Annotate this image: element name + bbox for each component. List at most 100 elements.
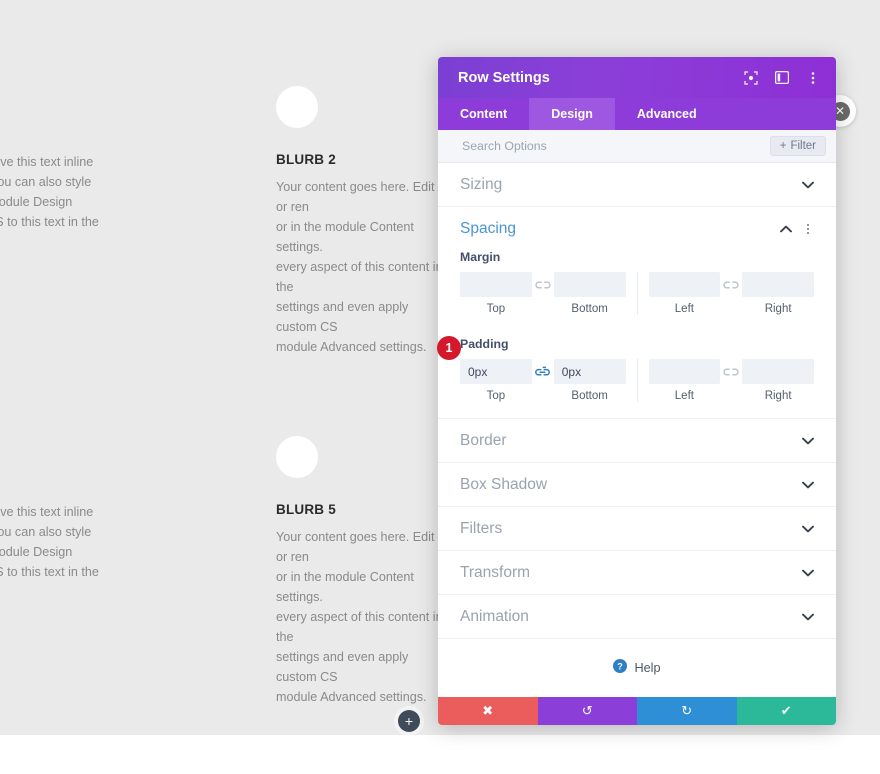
section-spacing-menu-icon[interactable] (802, 223, 814, 234)
margin-top-input[interactable] (460, 272, 532, 297)
tab-design[interactable]: Design (529, 98, 615, 130)
modal-header: Row Settings (438, 57, 836, 98)
padding-right-cell: Right (742, 359, 814, 402)
padding-vertical-link-icon[interactable] (532, 359, 554, 384)
builder-page: dit or remove this text inline settings.… (0, 0, 880, 774)
undo-icon: ↺ (581, 703, 593, 718)
padding-horizontal-unlink-icon[interactable] (720, 359, 742, 384)
margin-left-input[interactable] (648, 272, 721, 297)
blurb-body: dit or remove this text inline settings.… (0, 505, 99, 579)
padding-fields: Top Bottom (460, 359, 814, 402)
margin-bottom-input[interactable] (553, 272, 626, 297)
section-border-label: Border (460, 431, 507, 449)
close-icon: ✖ (482, 703, 494, 718)
margin-label: Margin (460, 250, 501, 264)
svg-text:?: ? (618, 661, 624, 671)
section-box-shadow-label: Box Shadow (460, 475, 548, 493)
help-row[interactable]: ? Help (438, 639, 836, 697)
tab-content[interactable]: Content (438, 98, 529, 130)
padding-left-caption: Left (674, 390, 694, 402)
page-footer (0, 735, 880, 774)
filter-button[interactable]: + Filter (769, 136, 826, 156)
padding-right-input[interactable] (742, 359, 814, 384)
blurb-module[interactable]: dit or remove this text inline settings.… (0, 86, 108, 252)
margin-right-input[interactable] (742, 272, 814, 297)
chevron-up-icon[interactable] (779, 222, 792, 235)
undo-button[interactable]: ↺ (537, 697, 637, 725)
blurb-module[interactable]: BLURB 5 Your content goes here. Edit or … (276, 436, 444, 707)
section-transform-label: Transform (460, 563, 531, 581)
redo-button[interactable]: ↻ (637, 697, 737, 725)
padding-right-caption: Right (764, 390, 792, 402)
blurb-title: BLURB 2 (276, 152, 336, 167)
margin-vertical-pair: Top Bottom (460, 272, 626, 315)
section-filters-header[interactable]: Filters (460, 507, 814, 550)
filter-button-label: Filter (790, 140, 816, 152)
section-animation-label: Animation (460, 607, 529, 625)
section-border: Border (438, 419, 836, 463)
padding-top-caption: Top (486, 390, 506, 402)
modal-header-icons (743, 70, 820, 85)
modal-title: Row Settings (458, 69, 550, 86)
section-sizing-label: Sizing (460, 175, 503, 193)
section-spacing: Spacing Margin Top Bottom Left Right Pad… (438, 207, 836, 419)
padding-label: Padding (460, 337, 509, 351)
section-box-shadow: Box Shadow (438, 463, 836, 507)
save-button[interactable]: ✔ (736, 697, 836, 725)
search-input[interactable] (460, 138, 770, 154)
chevron-down-icon[interactable] (801, 566, 814, 579)
margin-left-cell: Left (648, 272, 721, 315)
row-settings-modal: Row Settings Content Design Advanced Sea… (438, 57, 836, 725)
section-transform-header[interactable]: Transform (460, 551, 814, 594)
chevron-down-icon[interactable] (801, 522, 814, 535)
section-border-header[interactable]: Border (460, 419, 814, 462)
section-spacing-label: Spacing (460, 219, 517, 237)
cancel-button[interactable]: ✖ (438, 697, 538, 725)
section-box-shadow-header[interactable]: Box Shadow (460, 463, 814, 506)
tab-advanced[interactable]: Advanced (615, 98, 719, 130)
padding-bottom-cell: Bottom (553, 359, 626, 402)
section-animation-header[interactable]: Animation (460, 595, 814, 638)
modal-tabs: Content Design Advanced (438, 98, 836, 130)
blurb-title: BLURB 5 (276, 502, 336, 517)
padding-left-input[interactable] (648, 359, 721, 384)
margin-left-caption: Left (674, 303, 694, 315)
section-spacing-header[interactable]: Spacing (460, 207, 814, 250)
padding-vertical-pair: Top Bottom (460, 359, 626, 402)
chevron-down-icon[interactable] (801, 434, 814, 447)
padding-horizontal-pair: Left Right (636, 359, 814, 402)
section-sizing-header[interactable]: Sizing (460, 163, 814, 206)
padding-bottom-input[interactable] (553, 359, 626, 384)
modal-action-bar: ✖ ↺ ↻ ✔ (438, 697, 836, 725)
margin-right-caption: Right (764, 303, 792, 315)
more-vertical-icon[interactable] (805, 70, 820, 85)
margin-vertical-unlink-icon[interactable] (532, 272, 554, 297)
blurb-body: Your content goes here. Edit or ren or i… (276, 530, 443, 704)
focus-icon[interactable] (743, 70, 758, 85)
padding-top-cell: Top (460, 359, 532, 402)
margin-fields: Top Bottom Left Right (460, 272, 814, 315)
margin-top-caption: Top (486, 303, 506, 315)
chevron-down-icon[interactable] (801, 178, 814, 191)
blurb-module[interactable]: BLURB 2 Your content goes here. Edit or … (276, 86, 444, 357)
blurb-body: Your content goes here. Edit or ren or i… (276, 180, 443, 354)
margin-right-cell: Right (742, 272, 814, 315)
section-filters: Filters (438, 507, 836, 551)
blurb-body: dit or remove this text inline settings.… (0, 155, 99, 229)
margin-horizontal-pair: Left Right (636, 272, 814, 315)
margin-horizontal-unlink-icon[interactable] (720, 272, 742, 297)
padding-bottom-caption: Bottom (571, 390, 608, 402)
plus-icon: + (779, 140, 787, 152)
blurb-icon (276, 436, 318, 478)
chevron-down-icon[interactable] (801, 478, 814, 491)
padding-top-input[interactable] (460, 359, 532, 384)
section-animation: Animation (438, 595, 836, 639)
question-circle-icon: ? (613, 658, 628, 678)
section-filters-label: Filters (460, 519, 503, 537)
layout-panel-icon[interactable] (774, 70, 789, 85)
blurb-module[interactable]: dit or remove this text inline settings.… (0, 436, 108, 602)
add-row-button[interactable]: + (398, 710, 420, 732)
chevron-down-icon[interactable] (801, 610, 814, 623)
section-transform: Transform (438, 551, 836, 595)
blurb-icon (276, 86, 318, 128)
